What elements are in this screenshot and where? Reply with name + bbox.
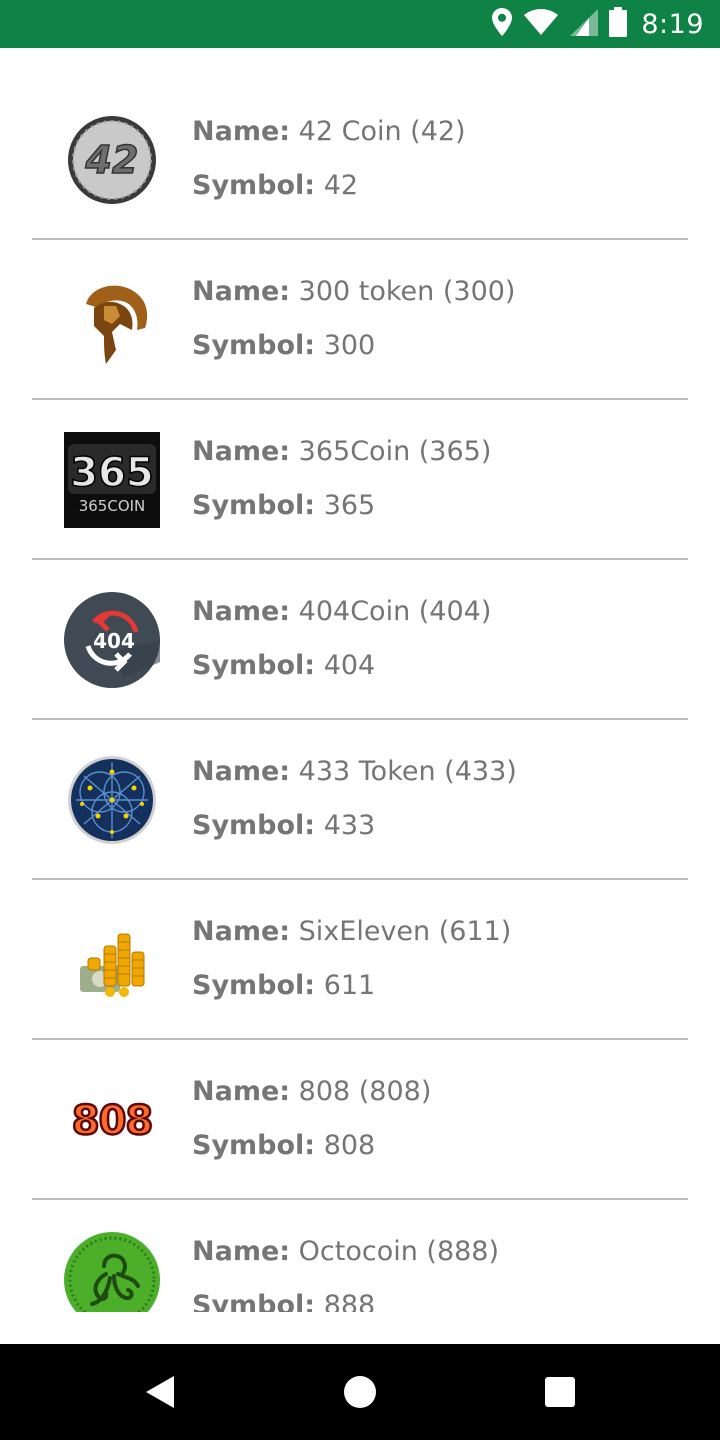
home-icon[interactable]	[312, 1344, 408, 1440]
list-item-404[interactable]: 404 Name: 404Coin (404) Symbol: 404	[0, 560, 720, 720]
list-item-888[interactable]: Name: Octocoin (888) Symbol: 888	[0, 1200, 720, 1312]
list-item-611[interactable]: Name: SixEleven (611) Symbol: 611	[0, 880, 720, 1040]
coin-365-logo-icon: 365 365COIN	[64, 432, 160, 528]
coin-details: Name: 42 Coin (42) Symbol: 42	[192, 114, 466, 222]
star-network-icon	[64, 752, 160, 848]
navigation-bar	[0, 1344, 720, 1440]
symbol-label: Symbol:	[192, 170, 316, 201]
name-label: Name:	[192, 916, 291, 947]
name-label: Name:	[192, 276, 291, 307]
octopus-icon	[64, 1232, 160, 1312]
name-label: Name:	[192, 1076, 291, 1107]
coin-details: Name: 300 token (300) Symbol: 300	[192, 274, 515, 382]
coin-symbol: 404	[323, 650, 376, 681]
list-item-42[interactable]: 42 Name: 42 Coin (42) Symbol: 42	[0, 80, 720, 240]
svg-text:42: 42	[85, 138, 139, 182]
coin-details: Name: 365Coin (365) Symbol: 365	[192, 434, 491, 542]
list-item-433[interactable]: Name: 433 Token (433) Symbol: 433	[0, 720, 720, 880]
coin-name: 300 token (300)	[298, 276, 516, 307]
symbol-label: Symbol:	[192, 1130, 316, 1161]
name-label: Name:	[192, 1236, 291, 1267]
coin-name: SixEleven (611)	[298, 916, 512, 947]
coin-name: 808 (808)	[298, 1076, 432, 1107]
coin-name: 42 Coin (42)	[298, 116, 466, 147]
coin-808-logo-icon: 808	[64, 1072, 160, 1168]
svg-text:365: 365	[70, 450, 154, 496]
back-icon[interactable]	[112, 1344, 208, 1440]
status-icons: 8:19	[491, 0, 704, 48]
list-item-365[interactable]: 365 365COIN Name: 365Coin (365) Symbol: …	[0, 400, 720, 560]
battery-icon	[609, 6, 628, 42]
spartan-helmet-icon	[64, 272, 160, 368]
coin-details: Name: SixEleven (611) Symbol: 611	[192, 914, 511, 1022]
clock: 8:19	[641, 8, 704, 40]
coin-details: Name: Octocoin (888) Symbol: 888	[192, 1234, 499, 1312]
signal-icon	[569, 8, 599, 41]
coin-symbol: 808	[323, 1130, 376, 1161]
coin-name: 433 Token (433)	[298, 756, 517, 787]
symbol-label: Symbol:	[192, 970, 316, 1001]
symbol-label: Symbol:	[192, 650, 316, 681]
name-label: Name:	[192, 436, 291, 467]
location-icon	[491, 7, 513, 42]
list-item-808[interactable]: 808 Name: 808 (808) Symbol: 808	[0, 1040, 720, 1200]
status-bar: 8:19	[0, 0, 720, 48]
coin-name: Octocoin (888)	[298, 1236, 500, 1267]
coin-42-logo-icon: 42	[64, 112, 160, 208]
coin-list[interactable]: 42 Name: 42 Coin (42) Symbol: 42 Name: 3…	[0, 80, 720, 1312]
coin-symbol: 888	[323, 1290, 376, 1312]
coin-symbol: 365	[323, 490, 376, 521]
name-label: Name:	[192, 756, 291, 787]
symbol-label: Symbol:	[192, 1290, 316, 1312]
name-label: Name:	[192, 116, 291, 147]
coin-symbol: 42	[323, 170, 359, 201]
coin-details: Name: 808 (808) Symbol: 808	[192, 1074, 431, 1182]
gold-coins-icon	[64, 912, 160, 1008]
coin-details: Name: 433 Token (433) Symbol: 433	[192, 754, 517, 862]
coin-name: 365Coin (365)	[298, 436, 492, 467]
symbol-label: Symbol:	[192, 330, 316, 361]
svg-text:808: 808	[72, 1098, 153, 1144]
wifi-icon	[523, 8, 559, 41]
coin-symbol: 300	[323, 330, 376, 361]
coin-symbol: 433	[323, 810, 376, 841]
name-label: Name:	[192, 596, 291, 627]
coin-symbol: 611	[323, 970, 376, 1001]
coin-details: Name: 404Coin (404) Symbol: 404	[192, 594, 491, 702]
svg-text:404: 404	[93, 629, 135, 653]
coin-365-logo-text: 365COIN	[79, 497, 146, 515]
coin-name: 404Coin (404)	[298, 596, 492, 627]
symbol-label: Symbol:	[192, 810, 316, 841]
symbol-label: Symbol:	[192, 490, 316, 521]
coin-404-logo-icon: 404	[64, 592, 160, 688]
recents-icon[interactable]	[512, 1344, 608, 1440]
list-item-300[interactable]: Name: 300 token (300) Symbol: 300	[0, 240, 720, 400]
